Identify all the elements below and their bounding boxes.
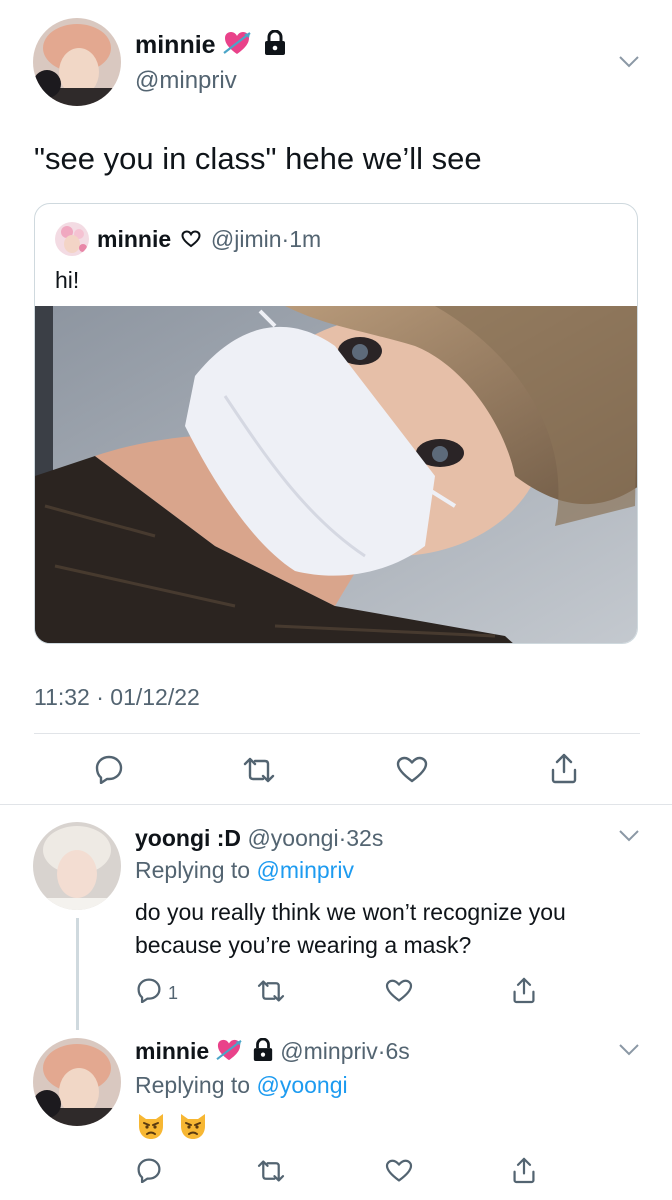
share-icon[interactable] [512, 976, 536, 1004]
reply-icon[interactable] [94, 754, 124, 784]
handle[interactable]: @yoongi [247, 825, 338, 851]
reply-icon[interactable] [136, 977, 162, 1003]
handle[interactable]: @minpriv [280, 1038, 377, 1064]
display-name[interactable]: minnie [135, 1038, 209, 1064]
heart-with-arrow-icon [215, 1040, 242, 1061]
lock-icon [253, 1038, 273, 1062]
reply-text: because you’re wearing a mask? [135, 932, 472, 958]
avatar[interactable] [33, 822, 121, 910]
quoted-text: hi! [55, 267, 80, 293]
handle[interactable]: @minpriv [135, 67, 237, 95]
display-name[interactable]: minnie [135, 31, 216, 59]
quoted-photo[interactable] [35, 306, 637, 643]
quoted-tweet-card[interactable]: minnie @jimin·1m hi! [34, 203, 638, 644]
chevron-down-icon[interactable] [618, 1043, 640, 1057]
retweet-icon[interactable] [242, 756, 276, 784]
chevron-down-icon[interactable] [618, 55, 640, 69]
pouting-cat-emoji [139, 1114, 163, 1139]
retweet-icon[interactable] [256, 979, 286, 1003]
avatar[interactable] [55, 222, 89, 256]
replying-to-link[interactable]: @yoongi [256, 1072, 347, 1098]
retweet-icon[interactable] [256, 1159, 286, 1183]
replying-label: Replying to [135, 1072, 251, 1098]
chevron-down-icon[interactable] [618, 829, 640, 843]
share-icon[interactable] [512, 1156, 536, 1184]
reply-time: 6s [385, 1038, 410, 1064]
lock-icon [265, 30, 286, 56]
share-icon[interactable] [550, 752, 578, 784]
heart-icon[interactable] [396, 756, 428, 784]
replying-label: Replying to [135, 857, 251, 883]
replying-to-link[interactable]: @minpriv [256, 857, 353, 883]
heart-outline-icon [181, 230, 201, 248]
avatar[interactable] [33, 18, 121, 106]
reply-text: do you really think we won’t recognize y… [135, 899, 566, 925]
heart-with-arrow-icon [222, 32, 251, 55]
avatar[interactable] [33, 1038, 121, 1126]
heart-icon[interactable] [385, 979, 413, 1003]
tweet-timestamp: 11:32 · 01/12/22 [34, 684, 200, 710]
divider [0, 804, 672, 805]
pouting-cat-emoji [181, 1114, 206, 1139]
display-name[interactable]: yoongi :D [135, 825, 241, 851]
quoted-display-name: minnie [97, 226, 172, 252]
reply-icon[interactable] [136, 1157, 162, 1183]
heart-icon[interactable] [385, 1159, 413, 1183]
thread-line [76, 918, 79, 1030]
reply-time: 32s [346, 825, 384, 851]
quoted-time: 1m [289, 226, 322, 252]
quoted-handle: @jimin [210, 226, 282, 252]
divider [34, 733, 640, 734]
reply-text [135, 1110, 209, 1144]
tweet-text: "see you in class" hehe we’ll see [34, 141, 482, 176]
reply-count: 1 [168, 983, 179, 1003]
